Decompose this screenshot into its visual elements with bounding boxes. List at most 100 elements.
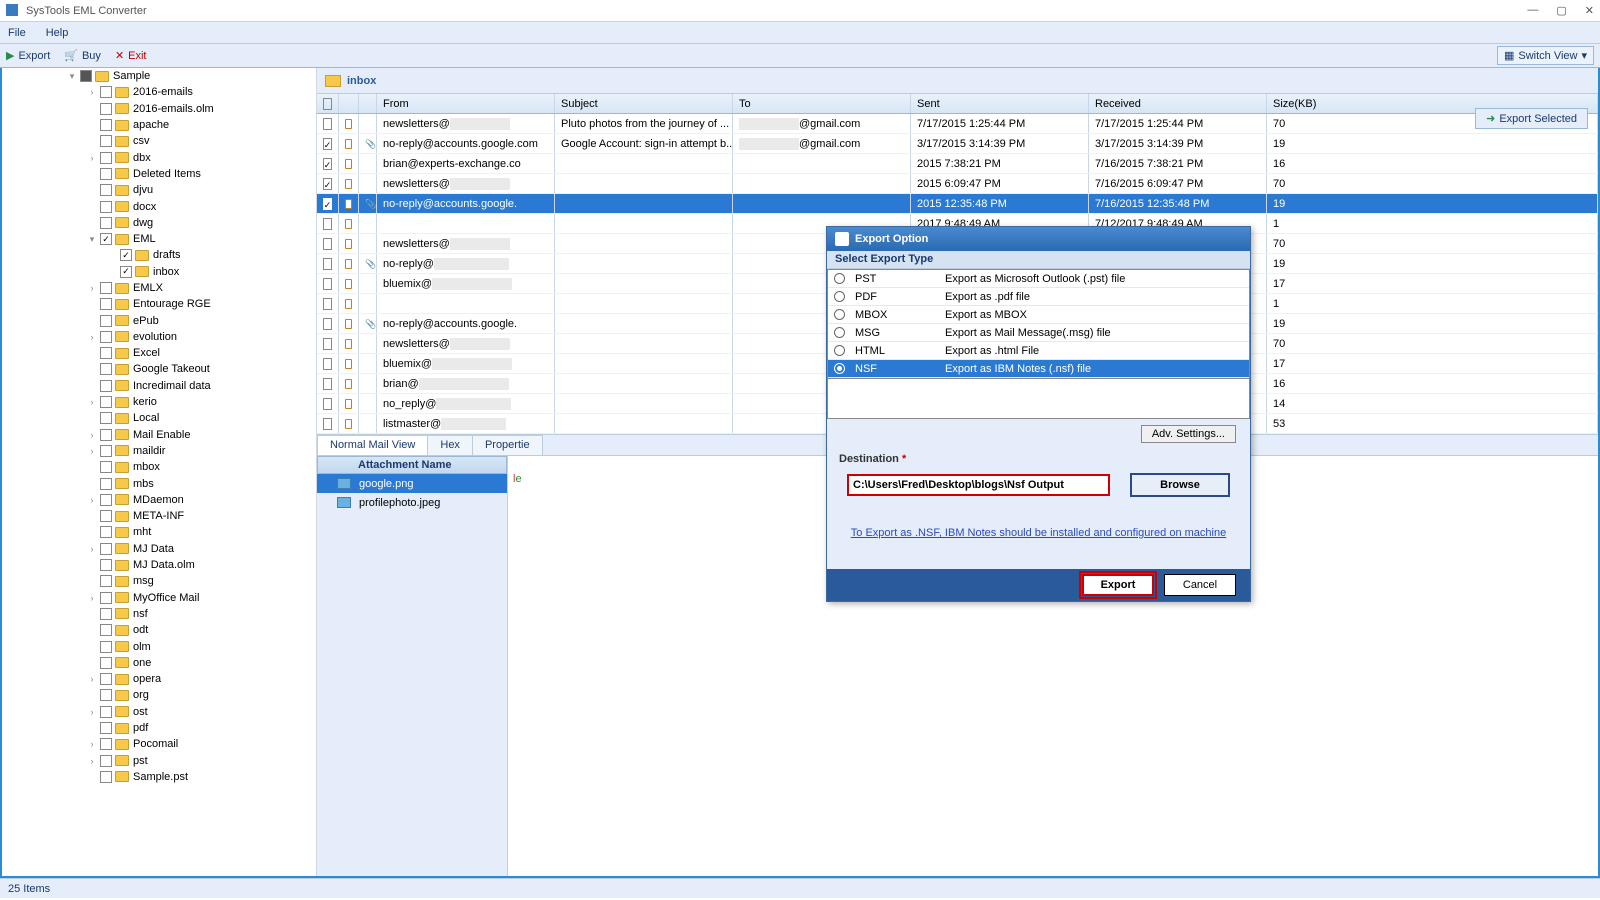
tree-checkbox[interactable] — [100, 755, 112, 767]
export-format-option[interactable]: PDF Export as .pdf file — [828, 288, 1249, 306]
tree-item[interactable]: Entourage RGE — [2, 296, 316, 312]
tree-item[interactable]: › MyOffice Mail — [2, 590, 316, 606]
tree-checkbox[interactable] — [100, 315, 112, 327]
exit-button[interactable]: ✕ Exit — [115, 49, 147, 62]
tree-item[interactable]: csv — [2, 133, 316, 149]
expand-icon[interactable]: › — [87, 756, 97, 766]
tree-item[interactable]: Google Takeout — [2, 361, 316, 377]
attachment-row[interactable]: profilephoto.jpeg — [317, 493, 507, 512]
minimize-button[interactable]: — — [1527, 4, 1538, 17]
row-checkbox[interactable] — [323, 398, 332, 410]
tree-item[interactable]: pdf — [2, 720, 316, 736]
tree-checkbox[interactable] — [100, 608, 112, 620]
select-all-checkbox[interactable] — [323, 98, 332, 110]
tree-checkbox[interactable] — [100, 478, 112, 490]
tree-item[interactable]: › dbx — [2, 149, 316, 165]
radio-icon[interactable] — [834, 345, 845, 356]
tree-checkbox[interactable] — [100, 380, 112, 392]
tree-checkbox[interactable] — [100, 119, 112, 131]
export-button[interactable]: ▶ Export — [6, 49, 50, 62]
row-checkbox[interactable] — [323, 118, 332, 130]
expand-icon[interactable]: › — [87, 397, 97, 407]
export-format-option[interactable]: MBOX Export as MBOX — [828, 306, 1249, 324]
expand-icon[interactable]: › — [87, 593, 97, 603]
export-format-option[interactable]: HTML Export as .html File — [828, 342, 1249, 360]
row-checkbox[interactable] — [323, 298, 332, 310]
tree-item[interactable]: MJ Data.olm — [2, 557, 316, 573]
tree-item[interactable]: Local — [2, 410, 316, 426]
radio-icon[interactable] — [834, 309, 845, 320]
adv-settings-button[interactable]: Adv. Settings... — [1141, 425, 1236, 443]
tree-checkbox[interactable] — [100, 429, 112, 441]
expand-icon[interactable]: › — [87, 153, 97, 163]
tree-checkbox[interactable] — [100, 526, 112, 538]
row-checkbox[interactable] — [323, 178, 333, 190]
tree-item[interactable]: ▾ Sample — [2, 68, 316, 84]
tree-item[interactable]: 2016-emails.olm — [2, 101, 316, 117]
export-format-option[interactable]: MSG Export as Mail Message(.msg) file — [828, 324, 1249, 342]
tree-item[interactable]: drafts — [2, 247, 316, 263]
destination-input[interactable] — [847, 474, 1110, 496]
expand-icon[interactable]: › — [87, 674, 97, 684]
tree-checkbox[interactable] — [100, 641, 112, 653]
tree-checkbox[interactable] — [120, 249, 132, 261]
mail-row[interactable]: brian@experts-exchange.co 2015 7:38:21 P… — [317, 154, 1598, 174]
tree-checkbox[interactable] — [100, 575, 112, 587]
tree-item[interactable]: odt — [2, 622, 316, 638]
tree-checkbox[interactable] — [100, 559, 112, 571]
tree-item[interactable]: › kerio — [2, 394, 316, 410]
tree-checkbox[interactable] — [100, 233, 112, 245]
row-checkbox[interactable] — [323, 358, 332, 370]
row-checkbox[interactable] — [323, 198, 333, 210]
expand-icon[interactable]: › — [87, 544, 97, 554]
export-format-option[interactable]: NSF Export as IBM Notes (.nsf) file — [828, 360, 1249, 378]
tree-item[interactable]: nsf — [2, 606, 316, 622]
tree-checkbox[interactable] — [100, 673, 112, 685]
tree-item[interactable]: mht — [2, 524, 316, 540]
expand-icon[interactable]: › — [87, 332, 97, 342]
expand-icon[interactable]: › — [87, 495, 97, 505]
tree-item[interactable]: olm — [2, 638, 316, 654]
tree-item[interactable]: Sample.pst — [2, 769, 316, 785]
dialog-cancel-button[interactable]: Cancel — [1164, 574, 1236, 596]
mail-row[interactable]: no-reply@accounts.google.com Google Acco… — [317, 134, 1598, 154]
attachment-row[interactable]: google.png — [317, 474, 507, 493]
tree-item[interactable]: › pst — [2, 752, 316, 768]
row-checkbox[interactable] — [323, 218, 332, 230]
tree-checkbox[interactable] — [100, 461, 112, 473]
dialog-export-button[interactable]: Export — [1082, 574, 1154, 596]
tree-checkbox[interactable] — [100, 624, 112, 636]
buy-button[interactable]: 🛒 Buy — [64, 49, 101, 62]
row-checkbox[interactable] — [323, 158, 333, 170]
tree-item[interactable]: › evolution — [2, 329, 316, 345]
tree-item[interactable]: Excel — [2, 345, 316, 361]
tree-item[interactable]: › MJ Data — [2, 541, 316, 557]
mail-row[interactable]: no-reply@accounts.google. 2015 12:35:48 … — [317, 194, 1598, 214]
tree-item[interactable]: › maildir — [2, 443, 316, 459]
export-format-option[interactable]: PST Export as Microsoft Outlook (.pst) f… — [828, 270, 1249, 288]
col-sent[interactable]: Sent — [911, 94, 1089, 113]
row-checkbox[interactable] — [323, 318, 332, 330]
tree-checkbox[interactable] — [100, 201, 112, 213]
tree-checkbox[interactable] — [100, 363, 112, 375]
row-checkbox[interactable] — [323, 258, 332, 270]
tree-item[interactable]: › Pocomail — [2, 736, 316, 752]
tree-checkbox[interactable] — [100, 282, 112, 294]
tree-item[interactable]: Incredimail data — [2, 378, 316, 394]
expand-icon[interactable]: › — [87, 283, 97, 293]
tree-item[interactable]: dwg — [2, 215, 316, 231]
export-selected-button[interactable]: ➜ Export Selected — [1475, 108, 1588, 129]
tree-checkbox[interactable] — [100, 445, 112, 457]
tree-item[interactable]: › MDaemon — [2, 492, 316, 508]
expand-icon[interactable]: › — [87, 430, 97, 440]
tree-checkbox[interactable] — [100, 168, 112, 180]
tree-item[interactable]: › ost — [2, 704, 316, 720]
tree-checkbox[interactable] — [100, 347, 112, 359]
expand-icon[interactable]: › — [87, 739, 97, 749]
tree-item[interactable]: Deleted Items — [2, 166, 316, 182]
nsf-note-link[interactable]: To Export as .NSF, IBM Notes should be i… — [851, 527, 1226, 539]
row-checkbox[interactable] — [323, 338, 332, 350]
tree-item[interactable]: ePub — [2, 312, 316, 328]
tree-item[interactable]: djvu — [2, 182, 316, 198]
tree-checkbox[interactable] — [100, 331, 112, 343]
